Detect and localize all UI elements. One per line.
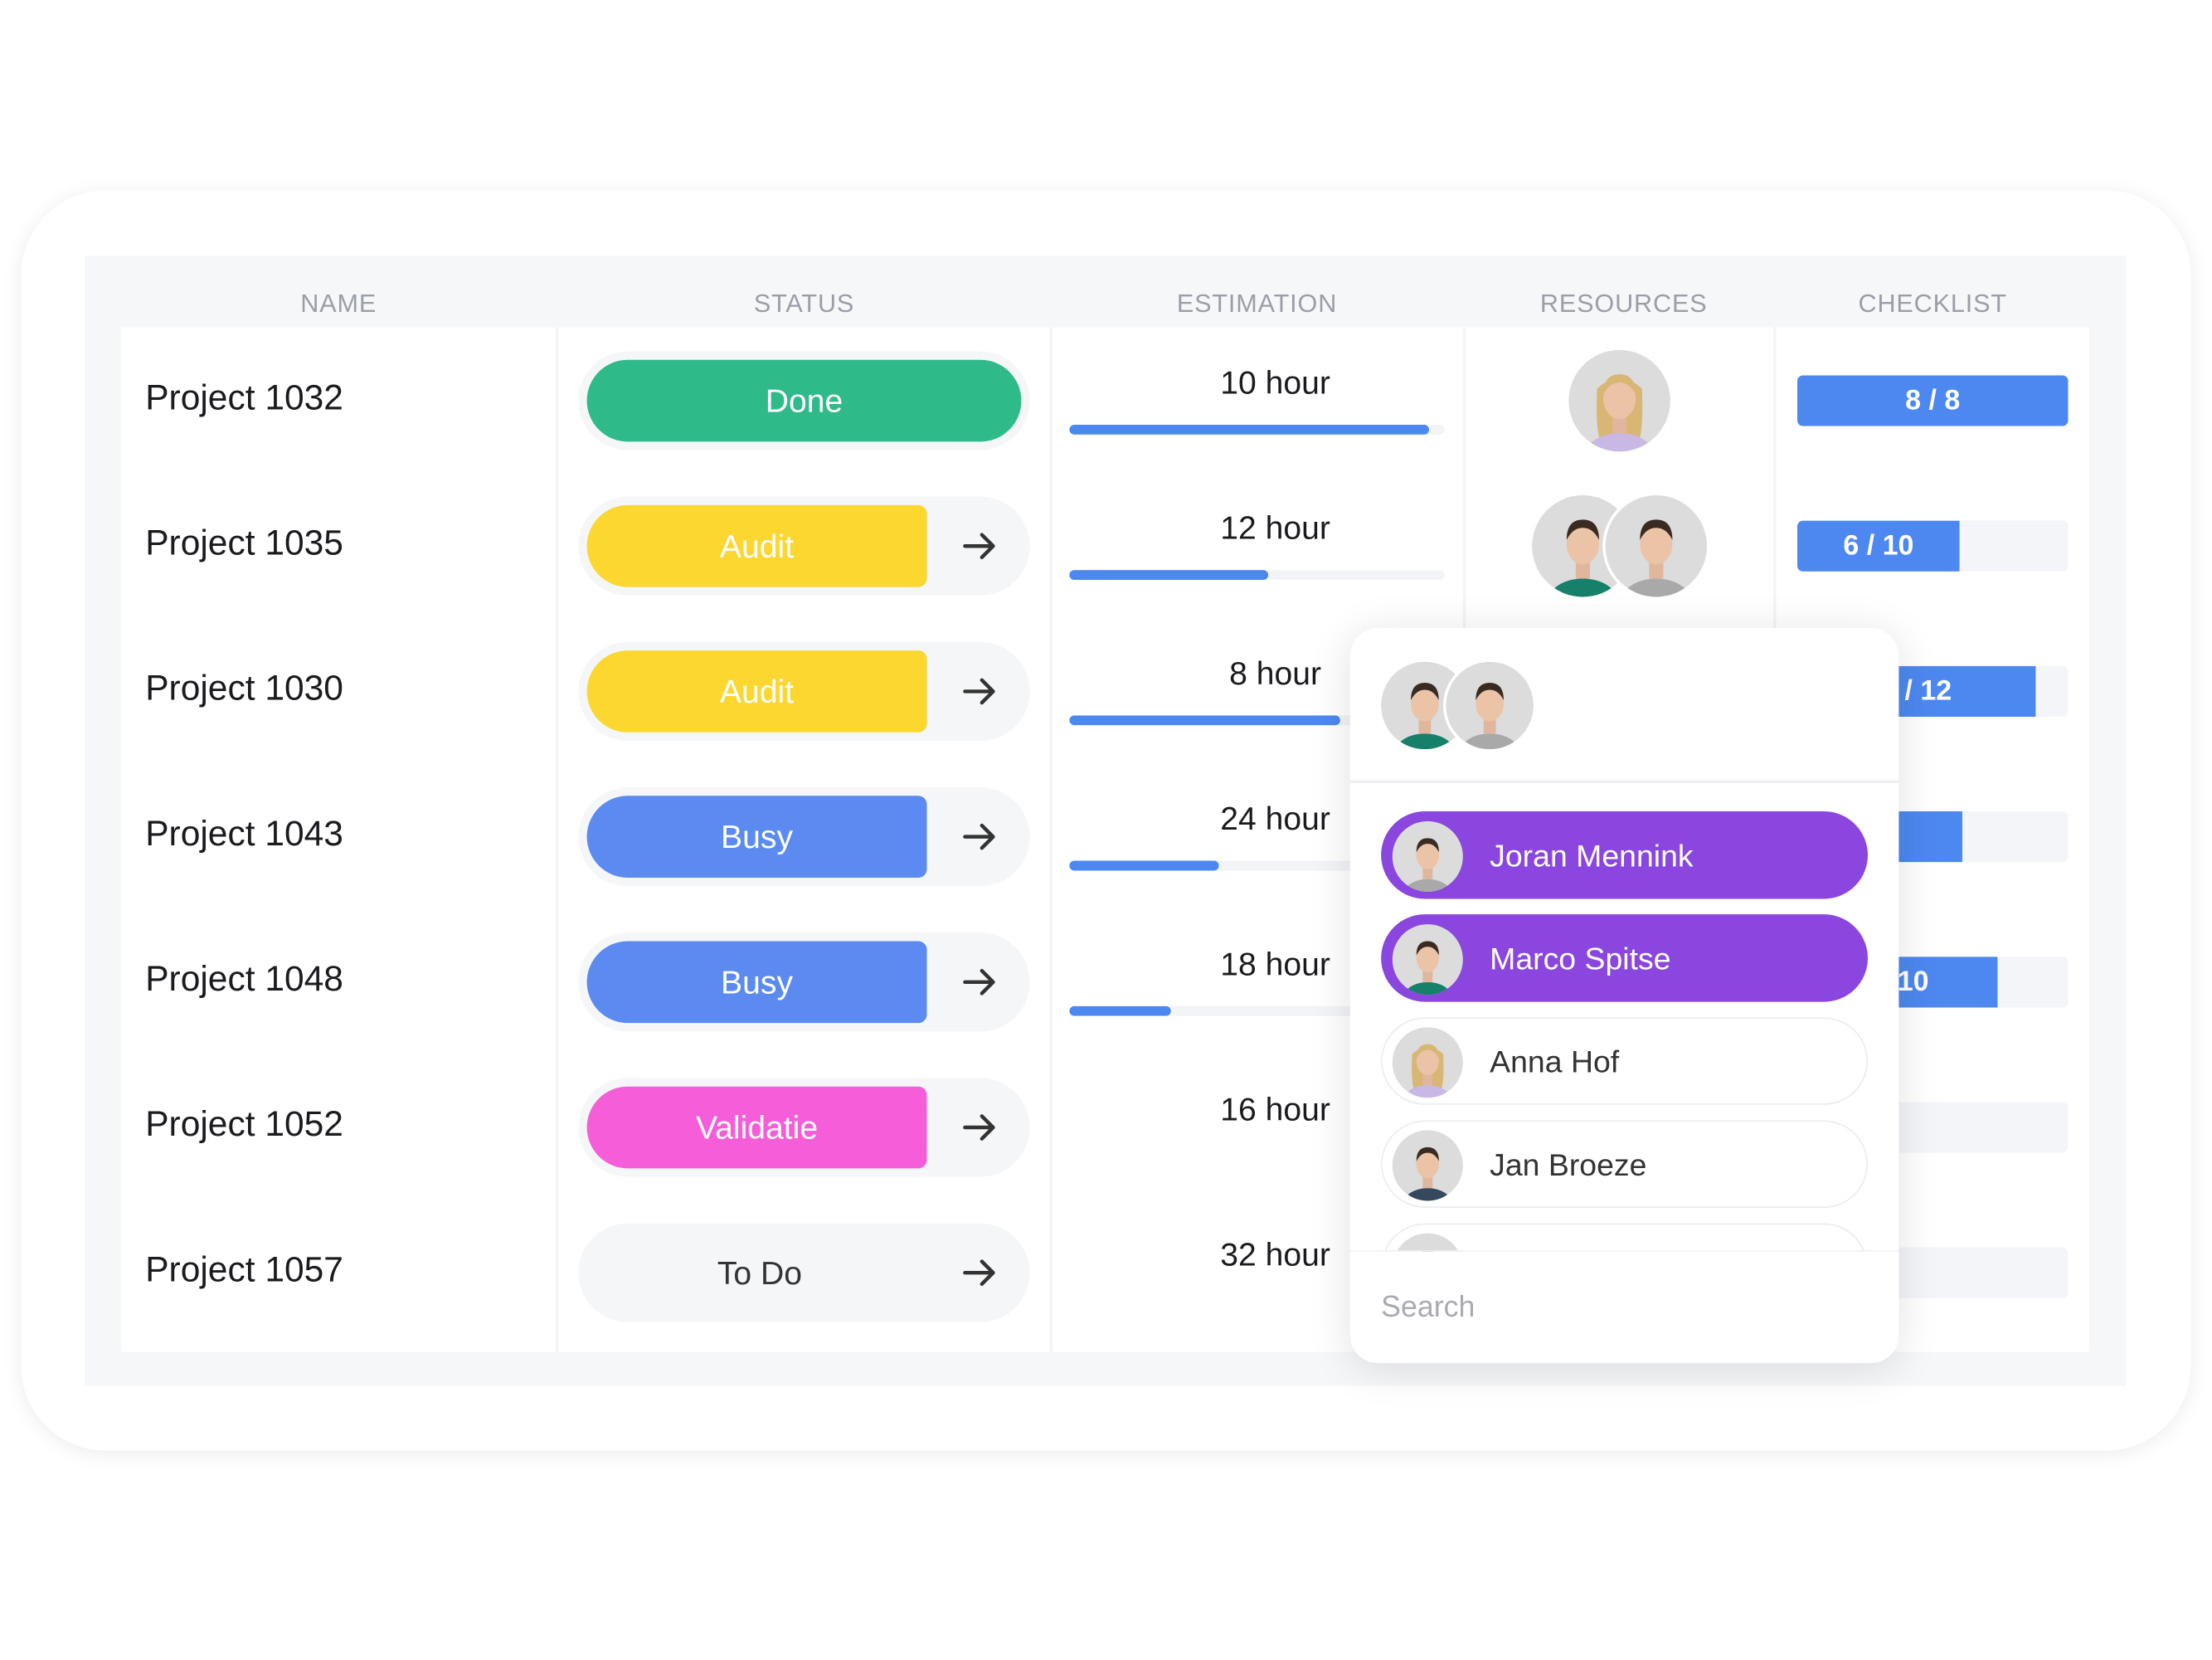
arrow-right-icon[interactable]	[962, 815, 1002, 858]
person-name: Marco Spitse	[1490, 941, 1671, 977]
checklist-count: 8 / 8	[1905, 385, 1961, 416]
avatar[interactable]	[1565, 347, 1674, 455]
table-row[interactable]: Project 1035 Audit 12 hour 6 / 10	[0, 473, 2212, 618]
status-selector[interactable]: Audit	[578, 641, 1030, 741]
avatar[interactable]	[1602, 492, 1710, 600]
status-badge[interactable]: Audit	[586, 650, 927, 733]
header-name: NAME	[300, 289, 377, 318]
person-option[interactable]: Joran Mennink	[1381, 811, 1868, 899]
project-name[interactable]: Project 1057	[145, 1250, 343, 1291]
status-selector[interactable]: Busy	[578, 787, 1030, 887]
avatar	[1392, 924, 1463, 996]
avatar	[1392, 1130, 1463, 1201]
person-name: Jan Broeze	[1490, 1146, 1647, 1183]
status-badge[interactable]: Busy	[586, 796, 927, 878]
checklist-progress[interactable]: 8 / 8	[1796, 375, 2069, 426]
project-name[interactable]: Project 1043	[145, 814, 343, 854]
status-badge[interactable]: Audit	[586, 504, 927, 587]
header-checklist: CHECKLIST	[1858, 289, 2007, 318]
header-estimation: ESTIMATION	[1176, 289, 1338, 318]
status-badge[interactable]: Validatie	[586, 1086, 927, 1169]
arrow-right-icon[interactable]	[962, 670, 1002, 713]
estimation-value: 10 hour	[1220, 363, 1330, 402]
status-selector[interactable]: Done	[578, 351, 1030, 450]
status-selector[interactable]: Audit	[578, 496, 1030, 596]
estimation-progress-bar	[1069, 570, 1445, 581]
project-name[interactable]: Project 1048	[145, 960, 343, 1000]
person-option[interactable]: Anna Hof	[1381, 1017, 1868, 1105]
status-badge[interactable]: Done	[586, 359, 1022, 442]
person-name: Joran Mennink	[1490, 838, 1694, 874]
project-name[interactable]: Project 1052	[145, 1105, 343, 1146]
arrow-right-icon[interactable]	[962, 1252, 1002, 1294]
estimation-value: 12 hour	[1220, 509, 1330, 547]
status-selector[interactable]: Validatie	[578, 1078, 1030, 1177]
status-badge[interactable]: To Do	[587, 1232, 933, 1314]
checklist-progress[interactable]: 6 / 10	[1796, 520, 2069, 572]
project-name[interactable]: Project 1035	[145, 523, 343, 564]
project-name[interactable]: Project 1030	[145, 669, 343, 709]
header-resources: RESOURCES	[1539, 289, 1708, 318]
person-name: Anna Hof	[1490, 1044, 1620, 1080]
project-name[interactable]: Project 1032	[145, 378, 343, 419]
table-row[interactable]: Project 1032 Done 10 hour 8 / 8	[0, 328, 2212, 473]
avatar	[1392, 1027, 1463, 1098]
search-input[interactable]: Search	[1381, 1291, 1475, 1325]
status-selector[interactable]: To Do	[578, 1223, 1030, 1322]
avatar	[1392, 820, 1463, 892]
header-status: STATUS	[753, 289, 855, 318]
status-selector[interactable]: Busy	[578, 932, 1030, 1032]
arrow-right-icon[interactable]	[962, 1107, 1002, 1149]
status-badge[interactable]: Busy	[586, 941, 927, 1024]
person-option[interactable]: Marco Spitse	[1381, 914, 1868, 1002]
checklist-count: 6 / 10	[1843, 530, 1914, 562]
divider	[1349, 780, 1899, 783]
arrow-right-icon[interactable]	[962, 961, 1002, 1003]
estimation-progress-bar	[1069, 424, 1445, 435]
person-option[interactable]: Jan Broeze	[1381, 1120, 1868, 1208]
arrow-right-icon[interactable]	[962, 525, 1002, 567]
stage: NAME STATUS ESTIMATION RESOURCES CHECKLI…	[0, 0, 2212, 1659]
resource-picker-popup: Joran Mennink Marco Spitse Anna Hof Jan Bro…	[1349, 627, 1899, 1364]
avatar-selected	[1443, 659, 1537, 752]
